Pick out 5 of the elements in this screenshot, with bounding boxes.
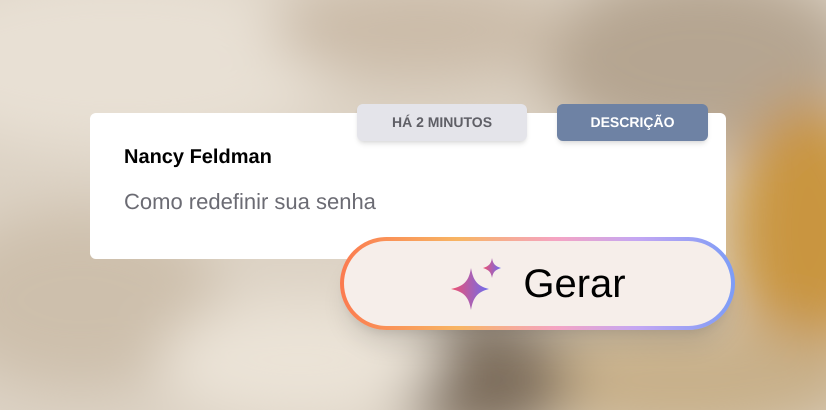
generate-button[interactable]: Gerar xyxy=(340,237,735,330)
sender-name: Nancy Feldman xyxy=(124,147,273,167)
message-subject: Como redefinir sua senha xyxy=(124,191,377,213)
tag: HÁ 2 MINUTOS xyxy=(357,104,527,141)
tag: DESCRIÇÃO xyxy=(557,104,708,141)
